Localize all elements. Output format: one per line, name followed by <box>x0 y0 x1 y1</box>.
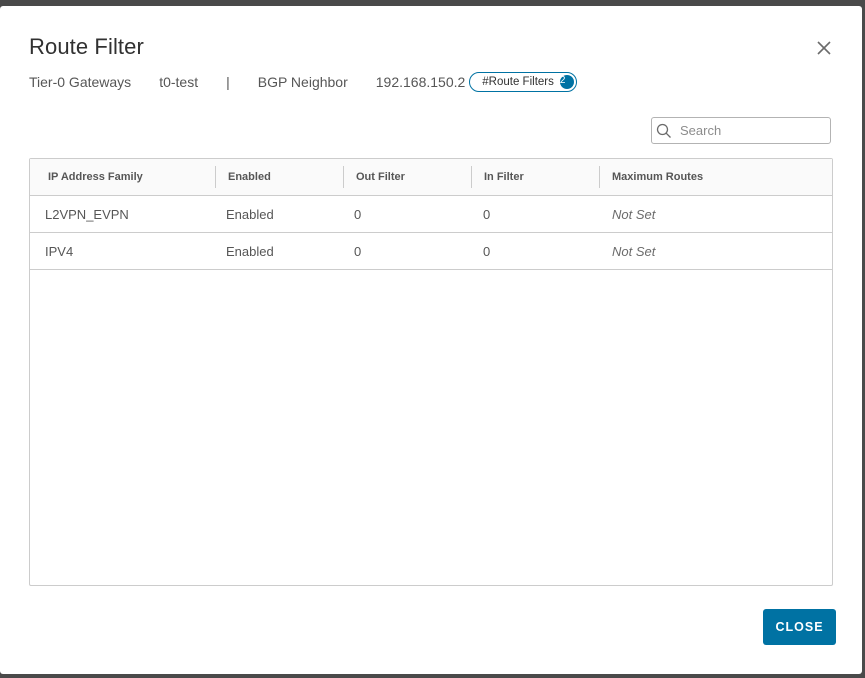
table-header: IP Address Family Enabled Out Filter In … <box>30 159 832 196</box>
cell-maximum-routes: Not Set <box>612 206 656 222</box>
cell-out-filter: 0 <box>354 243 362 259</box>
route-filters-count: 2 <box>559 75 574 89</box>
column-header-maximum-routes[interactable]: Maximum Routes <box>600 159 832 195</box>
table-row[interactable]: IPV4 Enabled 0 0 Not Set <box>30 233 832 270</box>
route-filters-label: #Route Filters <box>482 76 554 88</box>
column-header-enabled[interactable]: Enabled <box>216 159 344 195</box>
route-filter-table: IP Address Family Enabled Out Filter In … <box>29 158 833 586</box>
column-header-in-filter[interactable]: In Filter <box>472 159 600 195</box>
dialog-title: Route Filter <box>29 34 144 59</box>
breadcrumb-neighbor-ip: 192.168.150.2 <box>375 74 466 90</box>
cell-enabled: Enabled <box>226 206 274 222</box>
cell-ip-address-family: IPV4 <box>45 243 74 259</box>
close-button[interactable]: CLOSE <box>763 609 836 645</box>
search-input[interactable] <box>680 123 820 138</box>
cell-in-filter: 0 <box>483 206 491 222</box>
close-icon[interactable] <box>814 38 834 58</box>
cell-ip-address-family: L2VPN_EVPN <box>45 206 129 222</box>
column-header-ip-address-family[interactable]: IP Address Family <box>30 159 216 195</box>
table-row[interactable]: L2VPN_EVPN Enabled 0 0 Not Set <box>30 196 832 233</box>
column-header-out-filter[interactable]: Out Filter <box>344 159 472 195</box>
search-icon <box>656 123 672 139</box>
breadcrumb-separator: | <box>226 74 230 90</box>
breadcrumb-gateway-name: t0-test <box>159 74 199 90</box>
breadcrumb-gateway-type: Tier-0 Gateways <box>29 74 132 90</box>
cell-in-filter: 0 <box>483 243 491 259</box>
cell-maximum-routes: Not Set <box>612 243 656 259</box>
breadcrumb: Tier-0 Gateways t0-test | BGP Neighbor 1… <box>29 71 577 93</box>
route-filters-badge[interactable]: #Route Filters 2 <box>469 72 577 92</box>
cell-enabled: Enabled <box>226 243 274 259</box>
route-filter-dialog: Route Filter Tier-0 Gateways t0-test | B… <box>0 6 862 674</box>
breadcrumb-neighbor-label: BGP Neighbor <box>257 74 348 90</box>
cell-out-filter: 0 <box>354 206 362 222</box>
search-box[interactable] <box>651 117 831 144</box>
